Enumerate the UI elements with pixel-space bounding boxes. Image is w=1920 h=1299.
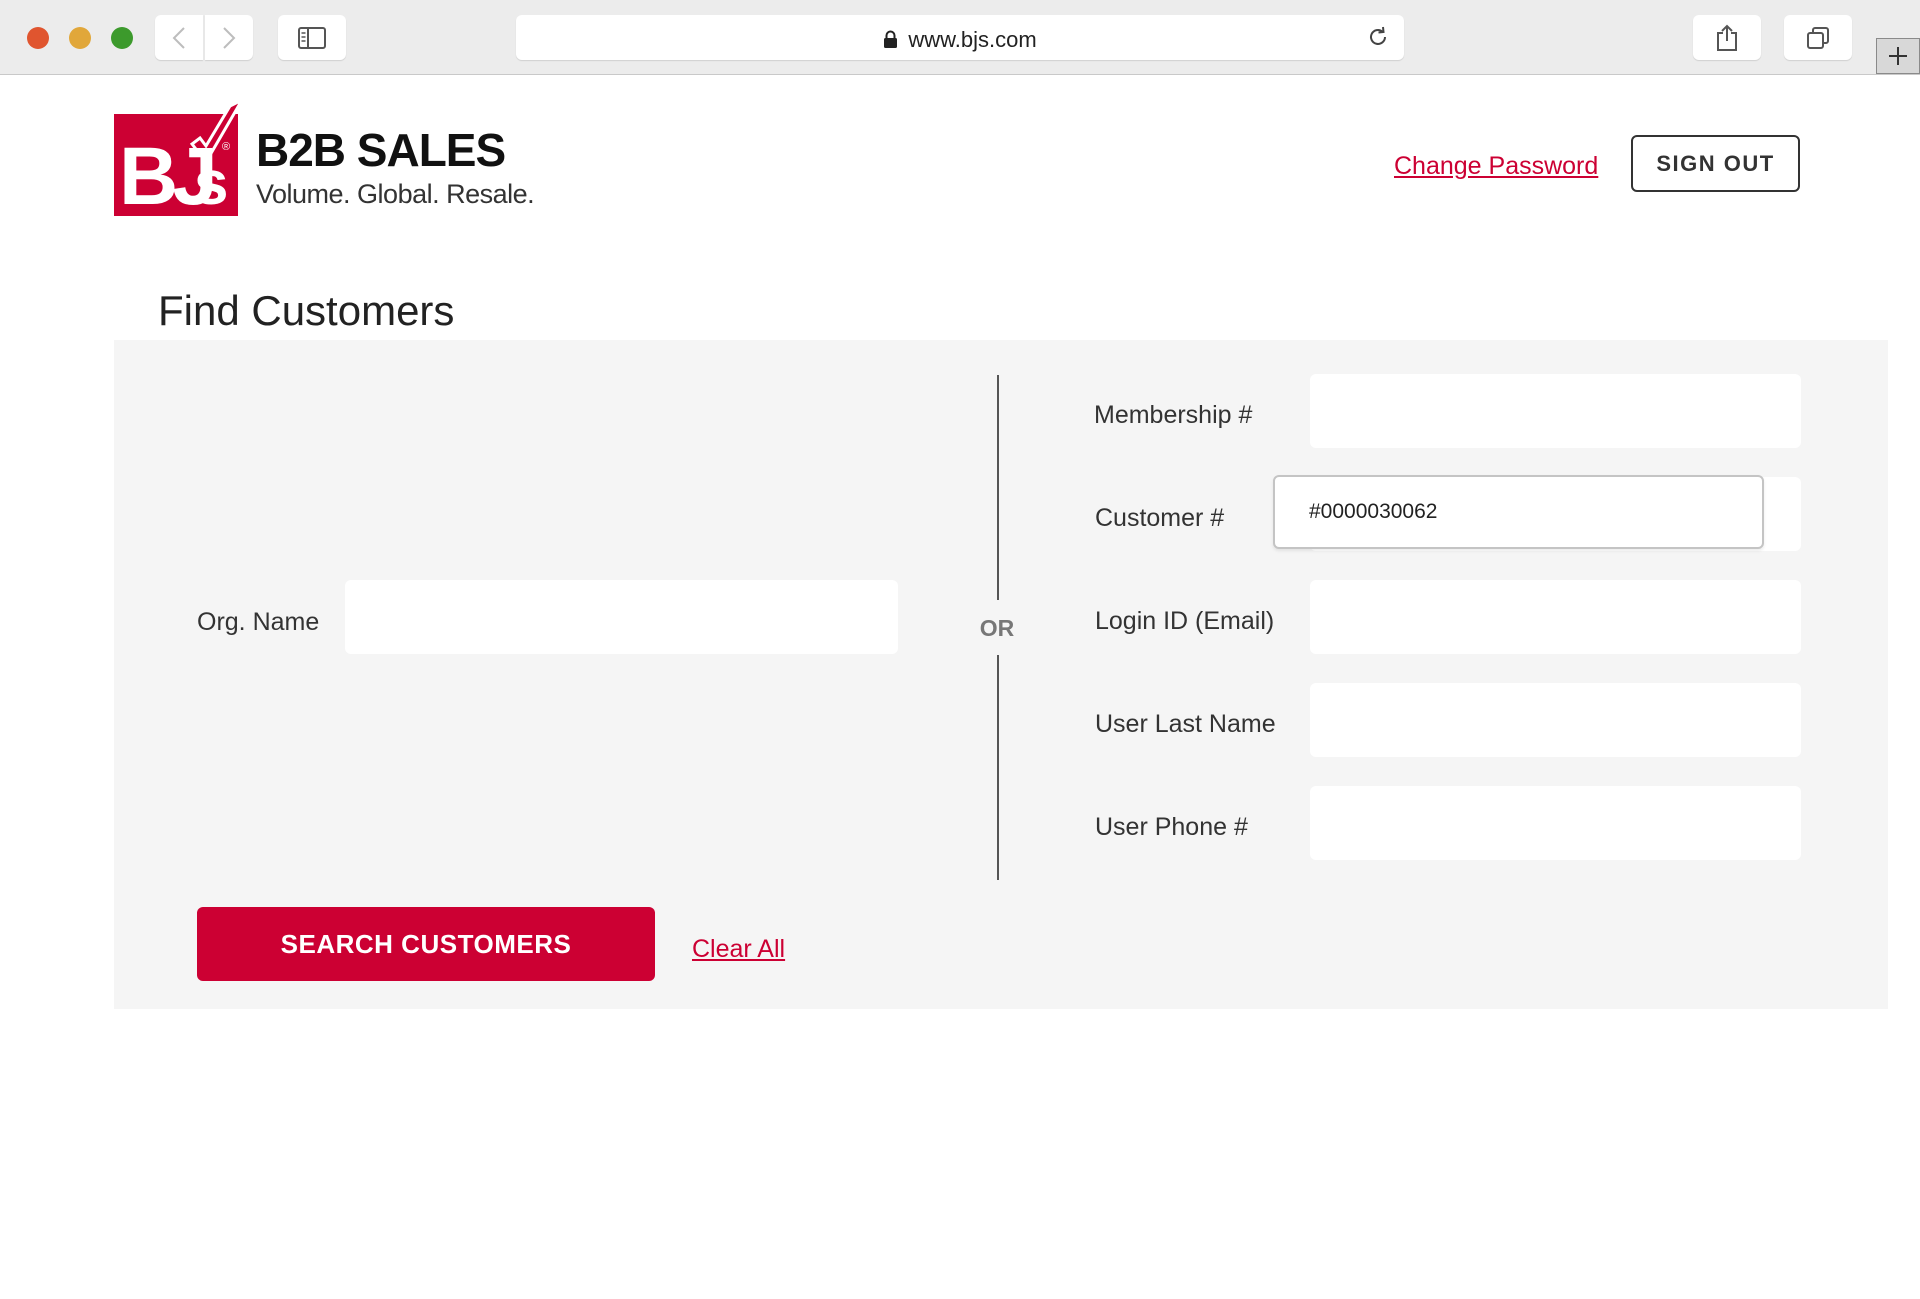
last-name-label: User Last Name (1095, 710, 1276, 738)
bjs-logo[interactable]: BJ s ® (114, 100, 244, 216)
new-tab-button[interactable] (1876, 38, 1920, 74)
tabs-icon (1807, 26, 1829, 49)
back-button[interactable] (155, 15, 203, 60)
sidebar-icon (298, 26, 326, 49)
share-icon (1717, 24, 1737, 51)
org-name-field[interactable] (345, 580, 898, 654)
change-password-link[interactable]: Change Password (1394, 152, 1598, 181)
last-name-input[interactable] (1310, 683, 1801, 757)
plus-icon (1889, 47, 1907, 65)
phone-input[interactable] (1310, 786, 1801, 860)
search-customers-button[interactable]: SEARCH CUSTOMERS (197, 907, 655, 981)
clear-all-link[interactable]: Clear All (692, 935, 785, 964)
svg-text:®: ® (222, 141, 230, 153)
login-id-label: Login ID (Email) (1095, 607, 1275, 635)
brand-tagline: Volume. Global. Resale. (256, 179, 535, 209)
sign-out-button[interactable]: SIGN OUT (1631, 135, 1800, 192)
phone-field[interactable] (1310, 786, 1801, 860)
customer-number-input[interactable] (1275, 477, 1762, 547)
brand-title: B2B SALES (256, 124, 506, 176)
customer-number-label: Customer # (1095, 504, 1225, 532)
chevron-right-icon (223, 26, 236, 49)
forward-button[interactable] (205, 15, 253, 60)
minimize-window-button[interactable] (69, 27, 91, 49)
membership-input[interactable] (1310, 374, 1801, 448)
address-url: www.bjs.com (516, 27, 1404, 53)
page-title: Find Customers (158, 287, 455, 334)
phone-label: User Phone # (1095, 813, 1248, 841)
share-button[interactable] (1693, 15, 1761, 60)
url-text: www.bjs.com (908, 27, 1037, 52)
close-window-button[interactable] (27, 27, 49, 49)
chevron-left-icon (172, 26, 185, 49)
membership-field[interactable] (1310, 374, 1801, 448)
org-name-label: Org. Name (197, 608, 320, 636)
last-name-field[interactable] (1310, 683, 1801, 757)
org-name-input[interactable] (345, 580, 898, 654)
login-id-field[interactable] (1310, 580, 1801, 654)
or-separator: OR (979, 615, 1015, 641)
address-bar[interactable]: www.bjs.com (516, 15, 1404, 60)
reload-icon[interactable] (1366, 25, 1390, 49)
svg-text:s: s (194, 149, 228, 216)
zoom-window-button[interactable] (111, 27, 133, 49)
membership-label: Membership # (1094, 401, 1253, 429)
browser-toolbar: www.bjs.com (0, 0, 1920, 75)
divider-bottom (997, 655, 999, 880)
login-id-input[interactable] (1310, 580, 1801, 654)
tab-overview-button[interactable] (1784, 15, 1852, 60)
sidebar-toggle-button[interactable] (278, 15, 346, 60)
customer-number-field[interactable] (1273, 475, 1764, 549)
divider-top (997, 375, 999, 600)
lock-icon (884, 30, 898, 48)
